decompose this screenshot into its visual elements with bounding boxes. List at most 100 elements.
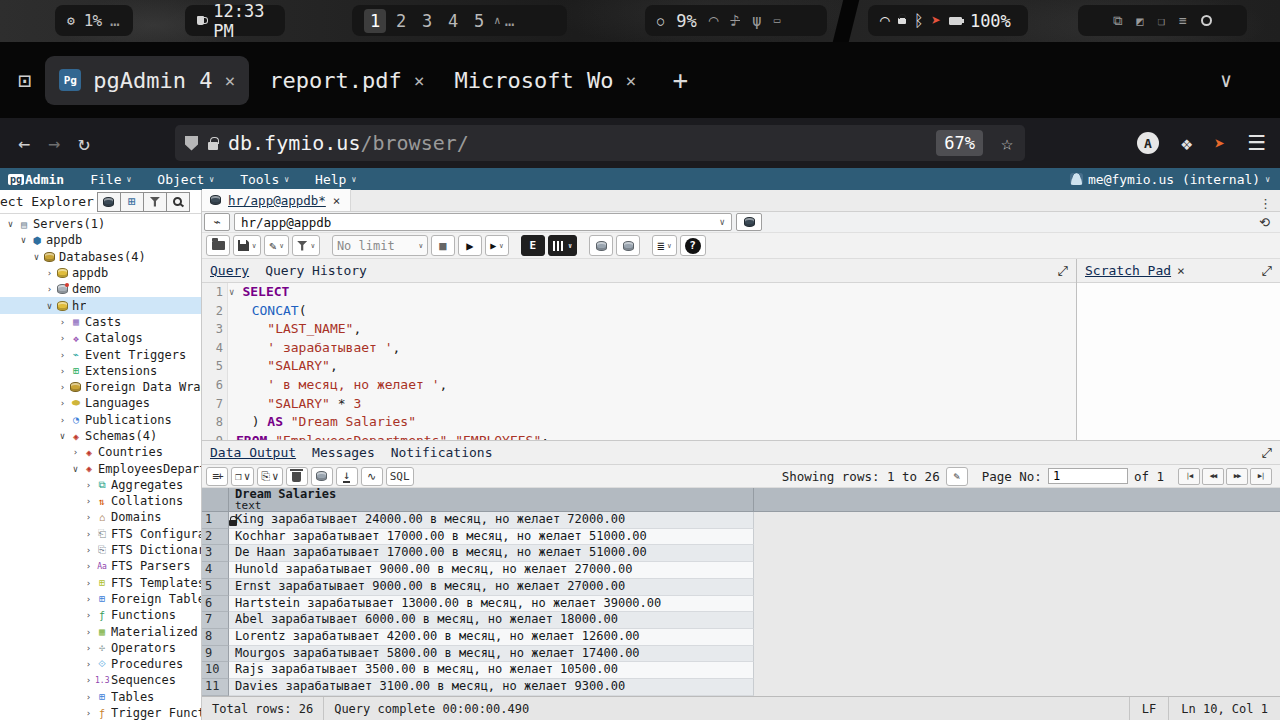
cpu-indicator[interactable]: ⚙ 1% … — [55, 5, 133, 36]
network-battery-group[interactable]: ◠ ᛒ ➤ 100% — [868, 5, 1028, 36]
tree-item-extensions[interactable]: ›⊞Extensions — [0, 363, 201, 379]
tree-item-languages[interactable]: ›⬬Languages — [0, 395, 201, 411]
explain-analyze-icon[interactable]: ∨ — [548, 235, 577, 256]
execute-icon[interactable]: ▶ — [458, 235, 482, 256]
tree-item-catalogs[interactable]: ›❖Catalogs — [0, 330, 201, 346]
tree-item-collations[interactable]: ›⇅Collations — [0, 493, 201, 509]
chevron-right-icon[interactable]: › — [82, 545, 95, 555]
table-row[interactable]: 8Lorentz зарабатывает 4200.00 в месяц, н… — [202, 629, 1280, 646]
tree-item-publications[interactable]: ›◔Publications — [0, 412, 201, 428]
bookmark-star-icon[interactable]: ☆ — [1001, 131, 1013, 155]
chevron-right-icon[interactable]: › — [43, 284, 56, 294]
row-value[interactable]: Ernst зарабатывает 9000.00 в месяц, но ж… — [229, 579, 754, 596]
tab-groups-icon[interactable]: ⊡ — [18, 68, 31, 93]
chevron-right-icon[interactable]: › — [56, 366, 69, 376]
workspace-1[interactable]: 1 — [364, 9, 386, 33]
row-value[interactable]: Kochhar зарабатывает 17000.00 в месяц, н… — [229, 529, 754, 546]
tree-item-foreign-data-wrappers[interactable]: ›Foreign Data Wrappers — [0, 379, 201, 395]
chevron-right-icon[interactable]: › — [82, 610, 95, 620]
expand-icon[interactable]: ⤢ — [1058, 263, 1068, 279]
chevron-right-icon[interactable]: › — [82, 627, 95, 637]
sql-filter-icon[interactable]: SQL — [386, 467, 414, 486]
explain-icon[interactable]: E — [521, 235, 545, 256]
chevron-right-icon[interactable]: › — [82, 480, 95, 490]
help-icon[interactable]: ? — [680, 235, 706, 256]
chevron-down-icon[interactable]: ∨ — [252, 242, 256, 250]
tree-item-domains[interactable]: ›⌂Domains — [0, 509, 201, 525]
paste-icon[interactable]: ⎘∨ — [257, 467, 282, 486]
chevron-right-icon[interactable]: › — [56, 415, 69, 425]
tree-item-appdb[interactable]: ∨⬢appdb — [0, 232, 201, 248]
save-data-icon[interactable] — [311, 467, 333, 486]
row-number[interactable]: 1 — [202, 512, 229, 529]
page-number-input[interactable] — [1048, 468, 1128, 484]
tree-item-tables[interactable]: ›⊞Tables — [0, 689, 201, 705]
prev-page-icon[interactable]: ◀◀ — [1202, 468, 1224, 485]
tree-item-schemas-4-[interactable]: ∨◈Schemas(4) — [0, 428, 201, 444]
tree-item-servers-1-[interactable]: ∨▤Servers(1) — [0, 216, 201, 232]
eol-status[interactable]: LF — [1129, 697, 1168, 720]
tab-report-pdf[interactable]: report.pdf × — [255, 56, 438, 105]
menu-help[interactable]: Help∨ — [315, 172, 356, 187]
tab-messages[interactable]: Messages — [312, 445, 375, 460]
chevron-right-icon[interactable]: › — [82, 496, 95, 506]
table-row[interactable]: 3De Haan зарабатывает 17000.00 в месяц, … — [202, 545, 1280, 562]
workspace-caret-icon[interactable]: ∧ — [494, 14, 501, 27]
forward-icon[interactable]: → — [48, 131, 60, 155]
copy-icon[interactable]: ❐∨ — [231, 467, 254, 486]
open-file-icon[interactable] — [206, 235, 230, 256]
chevron-down-icon[interactable]: ∨ — [17, 235, 30, 245]
tree-item-functions[interactable]: ›ƒFunctions — [0, 607, 201, 623]
row-value[interactable]: De Haan зарабатывает 17000.00 в месяц, н… — [229, 545, 754, 562]
quick-settings[interactable]: ○ 9% ◠ ♪ ψ ▭ — [645, 5, 827, 36]
display-icon[interactable]: ⧉ — [1113, 13, 1122, 29]
files-icon[interactable]: ❏ — [1158, 14, 1165, 28]
tree-item-sequences[interactable]: ›1.3Sequences — [0, 672, 201, 688]
chevron-right-icon[interactable]: › — [82, 578, 95, 588]
row-number-header[interactable] — [202, 488, 229, 511]
chevron-right-icon[interactable]: › — [82, 512, 95, 522]
tab-query-history[interactable]: Query History — [265, 263, 367, 278]
edit-range-icon[interactable]: ✎ — [946, 467, 968, 486]
row-number[interactable]: 8 — [202, 629, 229, 646]
tree-item-appdb[interactable]: ›appdb — [0, 265, 201, 281]
tree-item-event-triggers[interactable]: ›⌁Event Triggers — [0, 346, 201, 362]
workspace-4[interactable]: 4 — [442, 11, 464, 31]
graph-icon[interactable]: ∿ — [361, 467, 383, 486]
new-tab-button[interactable]: + — [672, 65, 688, 95]
row-value[interactable]: Lorentz зарабатывает 4200.00 в месяц, но… — [229, 629, 754, 646]
first-page-icon[interactable]: |◀ — [1178, 468, 1200, 485]
reset-layout-icon[interactable]: ⟲ — [1259, 215, 1270, 230]
chevron-right-icon[interactable]: › — [56, 382, 69, 392]
add-row-icon[interactable]: ≡+ — [206, 467, 228, 486]
chevron-right-icon[interactable]: › — [56, 398, 69, 408]
tree-item-fts-templates[interactable]: ›⊞FTS Templates — [0, 575, 201, 591]
chevron-down-icon[interactable]: ∨ — [69, 464, 82, 474]
delete-row-icon[interactable] — [286, 467, 308, 486]
row-value[interactable]: Hunold зарабатывает 9000.00 в месяц, но … — [229, 562, 754, 579]
chevron-right-icon[interactable]: › — [82, 561, 95, 571]
download-icon[interactable]: ↓ — [336, 467, 358, 486]
tree-item-countries[interactable]: ›◈Countries — [0, 444, 201, 460]
tree-item-procedures[interactable]: ›⟐Procedures — [0, 656, 201, 672]
macros-icon[interactable]: ≣∨ — [652, 235, 676, 256]
chevron-right-icon[interactable]: › — [69, 447, 82, 457]
tree-item-demo[interactable]: ›demo — [0, 281, 201, 297]
next-page-icon[interactable]: ▶▶ — [1226, 468, 1248, 485]
table-row[interactable]: 4Hunold зарабатывает 9000.00 в месяц, но… — [202, 562, 1280, 579]
row-value[interactable]: Hartstein зарабатывает 13000.00 в месяц,… — [229, 596, 754, 613]
menu-tools[interactable]: Tools∨ — [240, 172, 289, 187]
stop-icon[interactable]: ■ — [431, 235, 455, 256]
power-icon[interactable] — [1201, 15, 1212, 26]
tree-item-casts[interactable]: ›▦Casts — [0, 314, 201, 330]
row-number[interactable]: 11 — [202, 679, 229, 696]
tree-item-fts-dictionaries[interactable]: ›⎘FTS Dictionaries — [0, 542, 201, 558]
close-tab-icon[interactable]: × — [224, 70, 235, 91]
row-number[interactable]: 2 — [202, 529, 229, 546]
row-value[interactable]: Davies зарабатывает 3100.00 в месяц, но … — [229, 679, 754, 696]
more-options-icon[interactable]: ⋮ — [1259, 196, 1272, 211]
search-icon[interactable] — [166, 192, 190, 212]
tab-notifications[interactable]: Notifications — [391, 445, 493, 460]
tree-item-trigger-functions[interactable]: ›ƒTrigger Functions — [0, 705, 201, 720]
back-icon[interactable]: ← — [18, 131, 30, 155]
